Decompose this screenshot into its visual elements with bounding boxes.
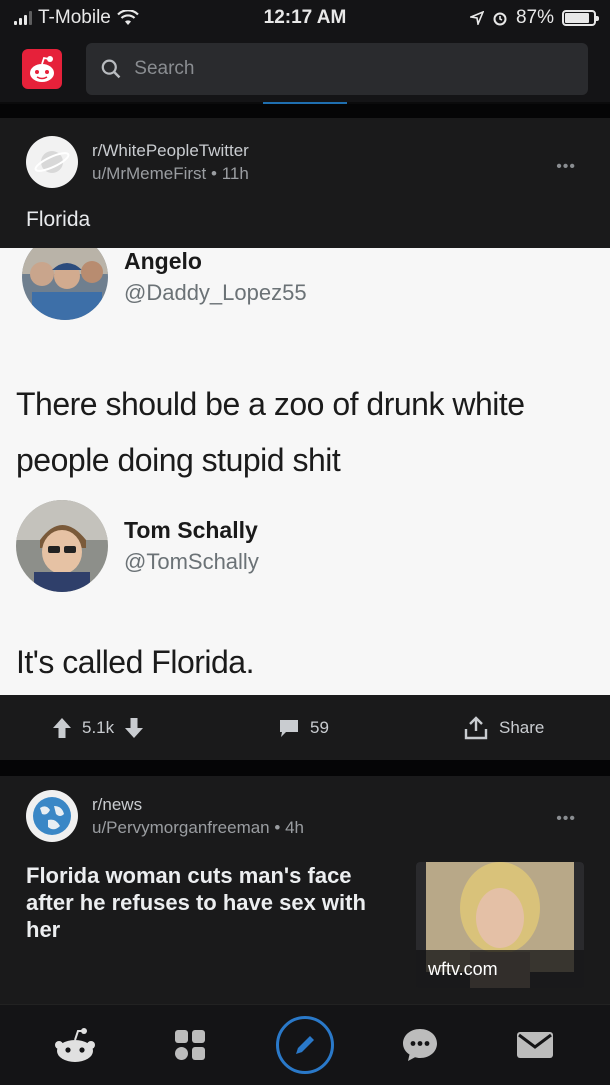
battery-fill: [565, 13, 590, 23]
tweet-user-tom: Tom Schally @TomSchally: [16, 500, 259, 592]
more-options-icon[interactable]: •••: [556, 810, 576, 828]
tab-inbox[interactable]: [503, 1013, 567, 1077]
battery-icon: [562, 10, 599, 26]
vote-control: 5.1k: [52, 717, 144, 739]
tweet-text-line: people doing stupid shit: [16, 442, 341, 478]
post-author[interactable]: u/Pervymorganfreeman: [92, 818, 270, 837]
subreddit-avatar[interactable]: [26, 790, 78, 842]
downvote-icon[interactable]: [124, 717, 144, 739]
alarm-icon: [493, 12, 507, 26]
feed-divider: [0, 104, 610, 118]
post-title[interactable]: Florida: [26, 208, 90, 232]
share-icon: [464, 716, 488, 740]
search-icon: [101, 59, 121, 79]
tweet-text: There should be a zoo of drunk white peo…: [16, 376, 525, 488]
tweet-names: Tom Schally @TomSchally: [124, 517, 259, 575]
bottom-tab-bar: [0, 1004, 610, 1085]
compose-button[interactable]: [275, 1016, 334, 1074]
comments-button[interactable]: 59: [278, 718, 329, 738]
post-header: r/WhitePeopleTwitter u/MrMemeFirst • 11h: [26, 136, 249, 188]
vote-count: 5.1k: [82, 718, 115, 737]
thumbnail-domain: wftv.com: [416, 950, 584, 988]
post-title[interactable]: Florida woman cuts man's face after he r…: [26, 862, 396, 943]
post-author-line: u/MrMemeFirst • 11h: [92, 164, 249, 184]
tweet-reply-text: It's called Florida.: [16, 644, 254, 680]
tab-home[interactable]: [43, 1013, 107, 1077]
meta-separator: •: [211, 163, 222, 183]
post-meta: r/WhitePeopleTwitter u/MrMemeFirst • 11h: [92, 141, 249, 184]
post-card[interactable]: r/WhitePeopleTwitter u/MrMemeFirst • 11h…: [0, 118, 610, 760]
post-author[interactable]: u/MrMemeFirst: [92, 164, 206, 183]
status-left: T-Mobile: [14, 7, 139, 29]
tweet-display-name: Tom Schally: [124, 517, 258, 543]
tweet-avatar: [22, 248, 108, 320]
search-bar[interactable]: [86, 43, 588, 95]
post-actions: 5.1k 59 Share: [0, 696, 610, 760]
subreddit-name[interactable]: r/news: [92, 795, 304, 815]
tweet-text-line: There should be a zoo of drunk white: [16, 386, 525, 422]
tweet-avatar: [16, 500, 108, 592]
comment-icon: [280, 720, 298, 737]
carrier-label: T-Mobile: [38, 7, 111, 28]
post-card[interactable]: r/news u/Pervymorganfreeman • 4h ••• Flo…: [0, 776, 610, 1004]
globe-icon: [33, 797, 71, 835]
pencil-icon: [295, 1036, 314, 1054]
app-header: [0, 36, 610, 102]
tab-communities[interactable]: [158, 1013, 222, 1077]
snoo-home-icon: [55, 1028, 96, 1062]
status-right: 87%: [469, 7, 599, 29]
tweet-display-name: Angelo: [124, 248, 202, 274]
wifi-icon: [117, 10, 139, 25]
subreddit-name[interactable]: r/WhitePeopleTwitter: [92, 141, 249, 161]
reddit-snoo-icon[interactable]: [22, 49, 62, 89]
search-input[interactable]: [134, 58, 574, 80]
tweet-names: Angelo @Daddy_Lopez55: [124, 248, 307, 306]
tweet-user-angelo: Angelo @Daddy_Lopez55: [22, 248, 307, 320]
planet-icon: [34, 151, 70, 173]
mail-icon: [516, 1032, 553, 1058]
more-options-icon[interactable]: •••: [556, 158, 576, 176]
tab-compose[interactable]: [273, 1013, 337, 1077]
status-bar: T-Mobile 12:17 AM 87%: [0, 0, 610, 36]
communities-icon: [175, 1030, 206, 1060]
subreddit-avatar[interactable]: [26, 136, 78, 188]
tweet-handle: @TomSchally: [124, 549, 259, 574]
post-age: 11h: [221, 163, 249, 183]
signal-icon: [14, 11, 32, 25]
tweet-handle: @Daddy_Lopez55: [124, 280, 307, 305]
tab-chat[interactable]: [388, 1013, 452, 1077]
meta-separator: •: [274, 817, 286, 837]
post-age: 4h: [285, 817, 304, 837]
post-author-line: u/Pervymorganfreeman • 4h: [92, 818, 304, 838]
upvote-icon[interactable]: [52, 717, 72, 739]
share-label: Share: [499, 718, 545, 737]
share-button[interactable]: Share: [463, 715, 544, 741]
post-image[interactable]: Angelo @Daddy_Lopez55 There should be a …: [0, 248, 610, 695]
battery-percent: 87%: [515, 7, 554, 28]
comment-count: 59: [310, 718, 329, 737]
feed-divider: [0, 760, 610, 776]
chat-icon: [402, 1029, 437, 1061]
post-thumbnail[interactable]: wftv.com: [416, 862, 584, 988]
post-meta: r/news u/Pervymorganfreeman • 4h: [92, 795, 304, 838]
location-arrow-icon: [469, 11, 484, 25]
post-header: r/news u/Pervymorganfreeman • 4h: [26, 790, 304, 842]
